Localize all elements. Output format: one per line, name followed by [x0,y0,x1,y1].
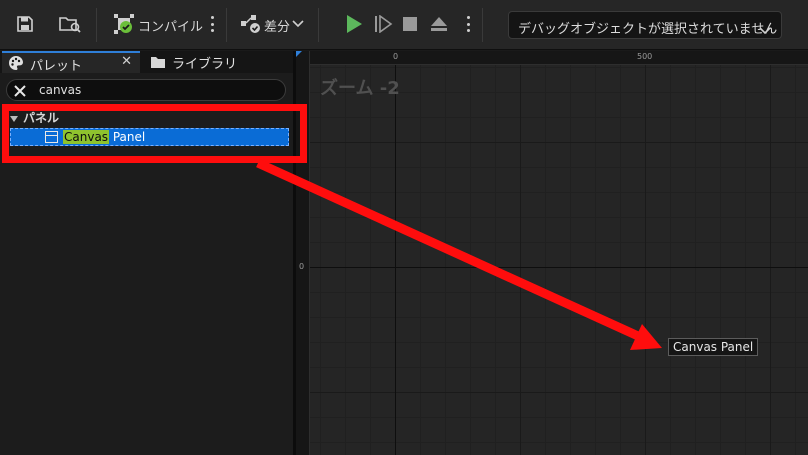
annotation-arrow [256,158,662,350]
